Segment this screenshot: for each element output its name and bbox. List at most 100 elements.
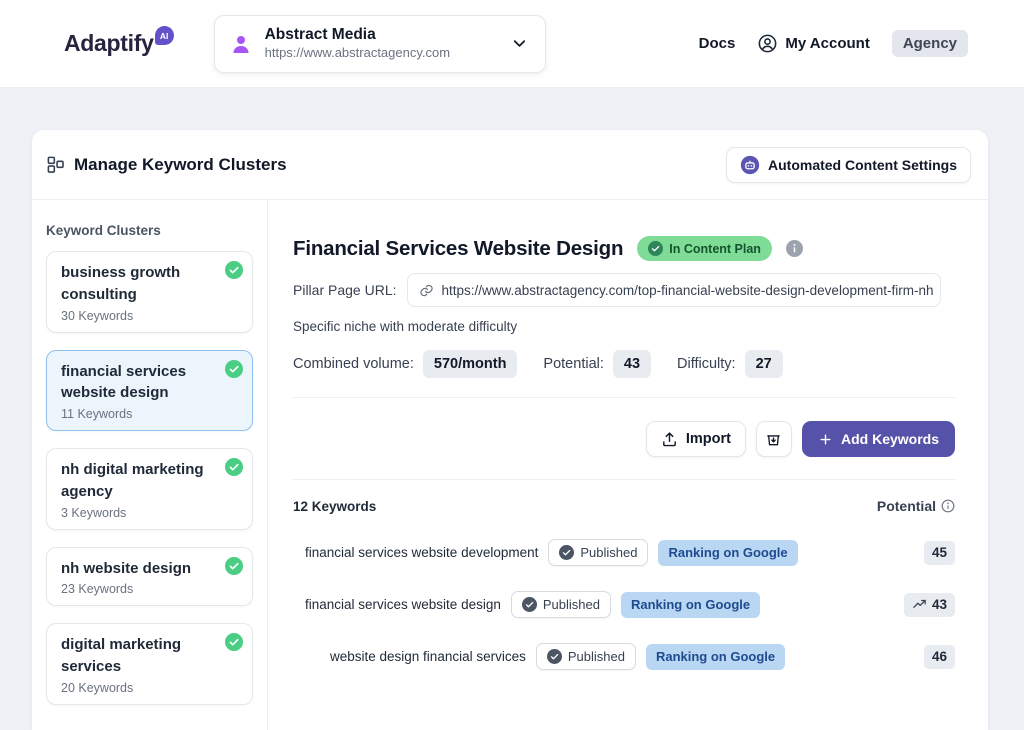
stat-label: Potential: — [543, 356, 603, 372]
keywords-count: 12 Keywords — [293, 499, 376, 514]
published-label: Published — [580, 545, 637, 560]
stat-difficulty: Difficulty: 27 — [677, 350, 783, 378]
trending-up-icon — [912, 597, 927, 612]
keyword-row: financial services website design Publis… — [293, 591, 955, 618]
cluster-name: business growth consulting — [61, 262, 218, 306]
cluster-count: 11 Keywords — [61, 407, 218, 421]
stat-potential: Potential: 43 — [543, 350, 651, 378]
published-label: Published — [568, 649, 625, 664]
docs-link[interactable]: Docs — [699, 35, 736, 52]
import-button-label: Import — [686, 431, 731, 447]
cluster-description: Specific niche with moderate difficulty — [293, 319, 955, 334]
cluster-name: digital marketing services — [61, 634, 218, 678]
potential-header-label: Potential — [877, 498, 936, 514]
keyword-text: financial services website development — [305, 545, 538, 560]
pillar-url-value: https://www.abstractagency.com/top-finan… — [442, 283, 934, 298]
sidebar-item-nh-digital-marketing-agency[interactable]: nh digital marketing agency 3 Keywords — [46, 448, 253, 530]
keyword-row: website design financial services Publis… — [293, 643, 955, 670]
panel-header: Manage Keyword Clusters Automated Conten… — [32, 130, 988, 200]
client-url: https://www.abstractagency.com — [265, 45, 510, 62]
add-keywords-label: Add Keywords — [841, 431, 939, 447]
published-badge: Published — [511, 591, 611, 618]
stat-label: Difficulty: — [677, 356, 736, 372]
check-circle-icon — [225, 360, 243, 378]
published-badge: Published — [536, 643, 636, 670]
check-circle-icon — [225, 557, 243, 575]
sidebar-item-financial-services-website-design[interactable]: financial services website design 11 Key… — [46, 350, 253, 432]
archive-button[interactable] — [756, 421, 792, 457]
ranking-badge: Ranking on Google — [658, 540, 797, 566]
archive-in-icon — [765, 431, 782, 448]
keywords-table-header: 12 Keywords Potential — [293, 498, 955, 514]
potential-value: 46 — [932, 649, 947, 664]
check-circle-icon — [648, 241, 663, 256]
pillar-url-label: Pillar Page URL: — [293, 282, 397, 298]
potential-value: 45 — [932, 545, 947, 560]
plus-icon — [818, 432, 833, 447]
import-button[interactable]: Import — [646, 421, 746, 457]
cluster-count: 30 Keywords — [61, 309, 218, 323]
stat-value: 570/month — [423, 350, 518, 378]
info-outline-icon[interactable] — [941, 499, 955, 513]
cluster-sidebar: Keyword Clusters business growth consult… — [32, 200, 268, 730]
cluster-count: 23 Keywords — [61, 582, 218, 596]
my-account-menu[interactable]: My Account — [757, 33, 869, 54]
top-nav: Docs My Account Agency — [699, 30, 968, 57]
settings-button-label: Automated Content Settings — [768, 157, 957, 173]
published-badge: Published — [548, 539, 648, 566]
divider — [293, 479, 955, 480]
sidebar-item-business-growth-consulting[interactable]: business growth consulting 30 Keywords — [46, 251, 253, 333]
cluster-stats-row: Combined volume: 570/month Potential: 43… — [293, 350, 955, 378]
stat-combined-volume: Combined volume: 570/month — [293, 350, 517, 378]
check-circle-icon — [522, 597, 537, 612]
divider — [293, 397, 955, 398]
chevron-down-icon — [510, 34, 529, 53]
brand-name: Adaptify — [64, 30, 154, 57]
check-circle-icon — [559, 545, 574, 560]
check-circle-icon — [225, 261, 243, 279]
ranking-badge: Ranking on Google — [621, 592, 760, 618]
brand-logo[interactable]: Adaptify AI — [64, 30, 174, 57]
pillar-url-input[interactable]: https://www.abstractagency.com/top-finan… — [407, 273, 942, 307]
clusters-grid-icon — [46, 155, 65, 174]
published-label: Published — [543, 597, 600, 612]
page-title: Manage Keyword Clusters — [74, 155, 287, 175]
keyword-text: financial services website design — [305, 597, 501, 612]
check-circle-icon — [225, 458, 243, 476]
check-circle-icon — [547, 649, 562, 664]
cluster-count: 20 Keywords — [61, 681, 218, 695]
sidebar-heading: Keyword Clusters — [46, 223, 253, 238]
ranking-badge: Ranking on Google — [646, 644, 785, 670]
sidebar-item-nh-website-design[interactable]: nh website design 23 Keywords — [46, 547, 253, 607]
stat-value: 27 — [745, 350, 783, 378]
potential-value-badge: 46 — [924, 645, 955, 669]
plan-badge-label: In Content Plan — [669, 242, 761, 256]
potential-value-badge: 45 — [924, 541, 955, 565]
cluster-detail-pane: Financial Services Website Design In Con… — [268, 200, 988, 730]
cluster-name: financial services website design — [61, 361, 218, 405]
link-icon — [419, 283, 434, 298]
top-header: Adaptify AI Abstract Media https://www.a… — [0, 0, 1024, 88]
keyword-row: financial services website development P… — [293, 539, 955, 566]
robot-icon — [740, 155, 760, 175]
pillar-url-row: Pillar Page URL: https://www.abstractage… — [293, 273, 955, 307]
potential-value-badge: 43 — [904, 593, 955, 617]
my-account-label: My Account — [785, 35, 869, 52]
client-info: Abstract Media https://www.abstractagenc… — [265, 25, 510, 62]
cluster-count: 3 Keywords — [61, 506, 218, 520]
add-keywords-button[interactable]: Add Keywords — [802, 421, 955, 457]
client-selector-dropdown[interactable]: Abstract Media https://www.abstractagenc… — [214, 15, 546, 73]
ai-badge-icon: AI — [155, 26, 174, 45]
keyword-text: website design financial services — [330, 649, 526, 664]
stat-value: 43 — [613, 350, 651, 378]
cluster-name: nh website design — [61, 558, 218, 580]
automated-content-settings-button[interactable]: Automated Content Settings — [726, 147, 971, 183]
agency-badge[interactable]: Agency — [892, 30, 968, 57]
manage-clusters-panel: Manage Keyword Clusters Automated Conten… — [32, 130, 988, 730]
upload-icon — [661, 431, 678, 448]
sidebar-item-digital-marketing-services[interactable]: digital marketing services 20 Keywords — [46, 623, 253, 705]
info-icon[interactable] — [786, 240, 803, 257]
user-circle-icon — [757, 33, 778, 54]
client-avatar-icon — [229, 32, 253, 56]
detail-title-row: Financial Services Website Design In Con… — [293, 236, 955, 261]
